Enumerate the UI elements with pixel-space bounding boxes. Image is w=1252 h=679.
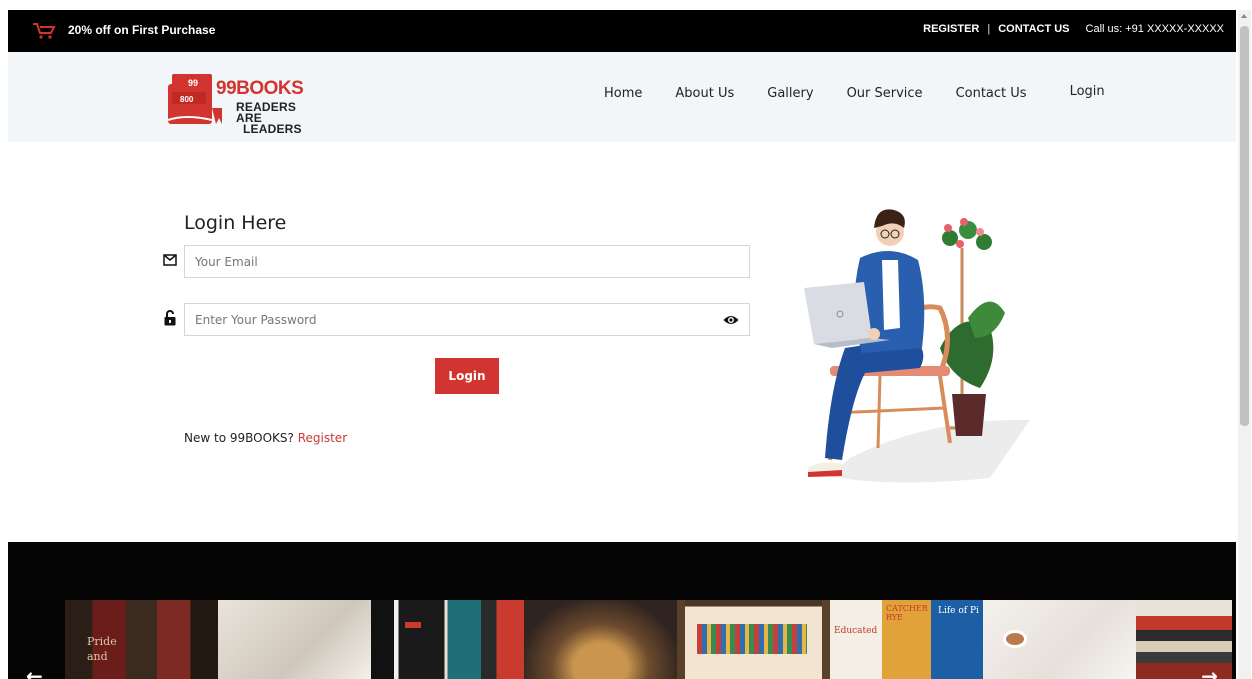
topbar-links: REGISTER | CONTACT US Call us: +91 XXXXX… [923, 23, 1224, 35]
gallery-tile-coffee-book[interactable] [983, 600, 1136, 679]
login-button[interactable]: Login [435, 358, 499, 394]
email-input[interactable] [185, 246, 749, 277]
eye-icon[interactable] [723, 314, 739, 326]
scroll-up-arrow-icon[interactable] [1241, 14, 1247, 18]
nav-home[interactable]: Home [604, 86, 642, 101]
call-text: Call us: +91 XXXXX-XXXXX [1085, 23, 1224, 35]
register-link-inline[interactable]: Register [298, 431, 347, 445]
register-prompt: New to 99BOOKS? Register [184, 431, 347, 445]
carousel-next-arrow[interactable]: → [1201, 664, 1218, 679]
separator: | [987, 23, 991, 35]
gallery-tile-open-book[interactable] [218, 600, 371, 679]
promo-bar: 20% off on First Purchase REGISTER | CON… [8, 10, 1236, 52]
gallery-tile-book-covers-2[interactable]: Educated CATCHER RYE Life of Pi [830, 600, 983, 679]
logo-tagline-2: LEADERS [243, 122, 302, 136]
site-header: 99 800 99BOOKS READERS ARE LEADERS Home … [8, 52, 1236, 142]
logo-book-number-2: 800 [180, 95, 194, 104]
main-nav: Home About Us Gallery Our Service Contac… [604, 84, 1105, 101]
nav-about-us[interactable]: About Us [675, 86, 734, 101]
gallery-tile-book-covers-1[interactable] [371, 600, 524, 679]
gallery-tile-book-spines[interactable]: Pride and [65, 600, 218, 679]
gallery-tile-heart-book[interactable] [524, 600, 677, 679]
email-field-wrapper [184, 245, 750, 278]
site-logo[interactable]: 99 800 99BOOKS READERS ARE LEADERS [166, 66, 306, 135]
logo-tagline: READERS ARE LEADERS [236, 100, 306, 136]
nav-contact-us[interactable]: Contact Us [956, 86, 1027, 101]
gallery-tile-bookshelf[interactable] [677, 600, 830, 679]
register-prompt-text: New to 99BOOKS? [184, 431, 294, 445]
logo-name: 99BOOKS [216, 78, 304, 99]
register-link[interactable]: REGISTER [923, 23, 979, 35]
password-input[interactable] [185, 304, 749, 335]
contact-link[interactable]: CONTACT US [998, 23, 1069, 35]
carousel-prev-arrow[interactable]: ← [26, 664, 43, 679]
scrollbar-thumb[interactable] [1240, 26, 1249, 426]
nav-our-service[interactable]: Our Service [847, 86, 923, 101]
gallery-carousel: Pride and Educated CATCHER RYE Life of Pi [8, 542, 1236, 679]
promo-text: 20% off on First Purchase [68, 23, 216, 37]
cart-icon [33, 23, 56, 39]
reader-illustration [804, 209, 1030, 483]
nav-login[interactable]: Login [1070, 84, 1105, 99]
login-title: Login Here [184, 212, 287, 234]
envelope-icon [163, 254, 177, 266]
page-frame: 20% off on First Purchase REGISTER | CON… [8, 10, 1236, 679]
password-field-wrapper [184, 303, 750, 336]
logo-tagline-1: READERS ARE [236, 100, 297, 125]
unlock-icon [164, 310, 176, 326]
nav-gallery[interactable]: Gallery [767, 86, 813, 101]
gallery-strip: Pride and Educated CATCHER RYE Life of Pi [65, 600, 1232, 679]
logo-book-number-1: 99 [188, 78, 198, 88]
vertical-scrollbar[interactable] [1238, 10, 1251, 679]
